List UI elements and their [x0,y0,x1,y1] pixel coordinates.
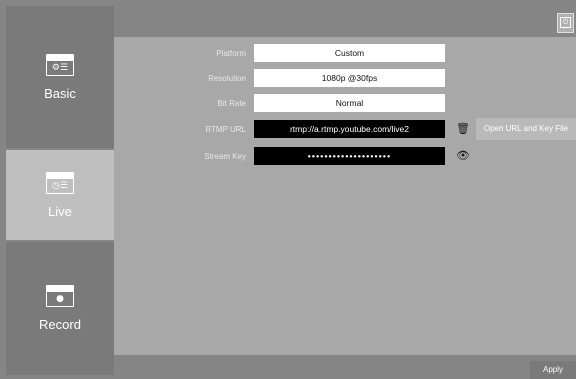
apply-button[interactable]: Apply [530,361,576,379]
platform-label: Platform [216,49,246,58]
tab-basic-label: Basic [44,85,76,101]
tab-live-label: Live [48,203,72,219]
eye-icon[interactable]: 👁 [456,149,470,163]
stream-key-label: Stream Key [204,152,246,161]
tab-record-label: Record [39,317,81,332]
power-icon: ⏻ [560,17,571,28]
rtmp-url-input[interactable]: rtmp://a.rtmp.youtube.com/live2 [254,120,445,138]
rtmp-url-label: RTMP URL [205,125,246,134]
tab-live[interactable]: ◷☰ Live [6,150,114,240]
resolution-label: Resolution [208,74,246,83]
tab-basic[interactable]: ⚙☰ Basic [6,6,114,148]
record-window-icon: ● [46,285,74,307]
bitrate-label: Bit Rate [217,99,246,108]
power-button[interactable]: ⏻ [557,13,574,33]
open-url-key-file-button[interactable]: Open URL and Key File [476,118,576,140]
live-window-icon: ◷☰ [46,171,74,194]
sidebar: ⚙☰ Basic ◷☰ Live ● Record [0,0,114,379]
live-settings-panel: Platform Custom Resolution 1080p @30fps … [114,37,576,355]
platform-row: Platform Custom [114,44,576,64]
stream-key-input[interactable]: •••••••••••••••••••• [254,147,445,165]
bitrate-row: Bit Rate Normal [114,94,576,114]
settings-window-icon: ⚙☰ [46,53,74,76]
resolution-select[interactable]: 1080p @30fps [254,69,445,87]
stream-key-row: Stream Key •••••••••••••••••••• 👁 [114,147,576,167]
bitrate-select[interactable]: Normal [254,94,445,112]
rtmp-url-row: RTMP URL rtmp://a.rtmp.youtube.com/live2… [114,118,576,140]
trash-icon[interactable]: 🗑 [456,122,470,136]
tab-record[interactable]: ● Record [6,242,114,375]
platform-select[interactable]: Custom [254,44,445,62]
resolution-row: Resolution 1080p @30fps [114,69,576,89]
